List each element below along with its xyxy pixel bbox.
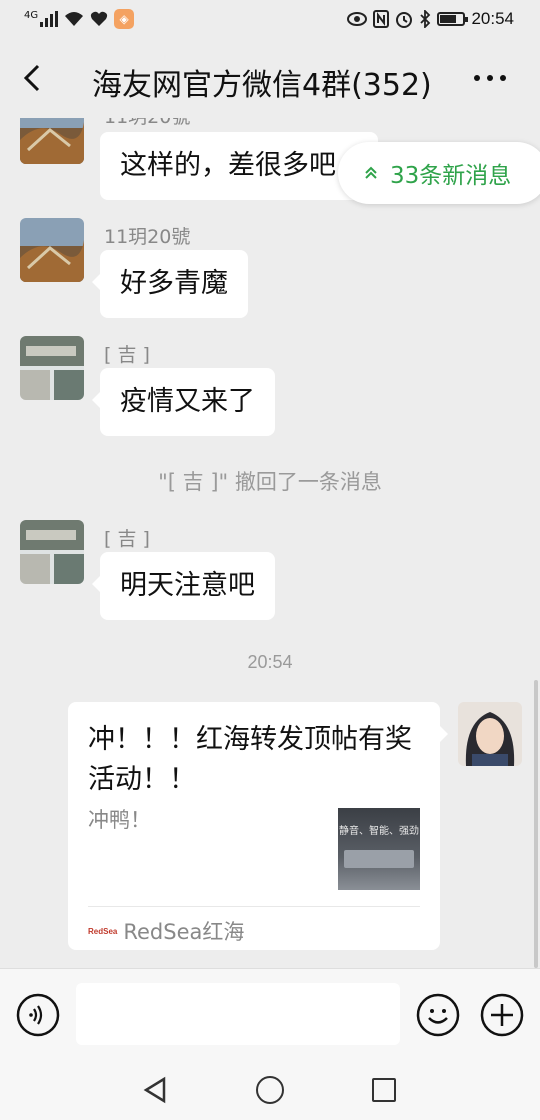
thumbnail-product [344,850,414,868]
chat-title: 海友网官方微信4群(352) [92,68,432,103]
message-input[interactable] [76,983,400,1045]
thumbnail-text: 静音、智能、强劲 [339,826,419,837]
nfc-icon [373,10,390,28]
chat-header: 海友网官方微信4群(352) [0,40,540,118]
sender-name: 11玥20號 [104,226,191,248]
signal-icon [40,11,59,27]
system-nav-bar [0,1060,540,1120]
chat-area[interactable]: 11玥20號 这样的，差很多吧 11玥20號 好多青魔 [ 吉 ] 疫情又来了 … [0,118,540,968]
status-time: 20:54 [471,9,514,28]
message-bubble[interactable]: 明天注意吧 [92,552,275,620]
new-messages-label: 33条新消息 [390,163,512,189]
heart-icon [91,11,108,26]
card-divider [88,906,420,907]
nav-back-icon[interactable] [142,1076,168,1104]
sender-name: 11玥20號 [104,118,190,129]
shared-link-card[interactable]: 冲！！！红海转发顶帖有奖活动！！ 冲鸭！ 静音、智能、强劲 RedSea Red… [68,702,448,950]
emoji-icon[interactable] [416,993,460,1037]
status-right: 20:54 [347,9,514,29]
message-bubble[interactable]: 这样的，差很多吧 [100,132,378,200]
sender-name: [ 吉 ] [104,344,150,366]
message-bubble[interactable]: 好多青魔 [92,250,248,318]
eye-icon [347,12,368,26]
avatar[interactable] [20,520,84,584]
scrollbar[interactable] [534,680,538,968]
status-left: 4G ◈ [24,9,135,29]
voice-icon[interactable] [16,993,60,1037]
card-description: 冲鸭！ [88,808,151,832]
bluetooth-icon [420,10,431,28]
network-label: 4G [24,9,39,21]
source-name: RedSea红海 [123,920,245,944]
new-messages-button[interactable]: 33条新消息 [338,142,540,204]
timestamp: 20:54 [247,652,293,672]
app-icon: ◈ [114,9,135,29]
sender-name: [ 吉 ] [104,528,150,550]
plus-icon[interactable] [480,993,524,1037]
double-chevron-up-icon [365,166,377,179]
message-bubble[interactable]: 疫情又来了 [92,368,275,436]
status-bar: 4G ◈ 20:54 [0,0,540,40]
avatar[interactable] [20,336,84,400]
card-thumbnail: 静音、智能、强劲 [338,808,420,890]
nav-home-icon[interactable] [256,1076,284,1104]
chevron-left-icon[interactable] [14,60,50,96]
more-dots-icon[interactable] [474,66,514,90]
input-bar [0,968,540,1060]
card-source: RedSea RedSea红海 [88,916,244,946]
wifi-icon [65,12,84,26]
alarm-icon [396,12,413,28]
nav-recent-icon[interactable] [372,1078,396,1102]
avatar[interactable] [20,218,84,282]
avatar[interactable] [458,702,522,766]
recall-notice: "[ 吉 ]" 撤回了一条消息 [158,470,382,494]
card-title: 冲！！！红海转发顶帖有奖活动！！ [88,724,412,795]
source-logo-icon: RedSea [88,926,118,936]
avatar[interactable] [20,118,84,164]
battery-icon [437,12,469,26]
